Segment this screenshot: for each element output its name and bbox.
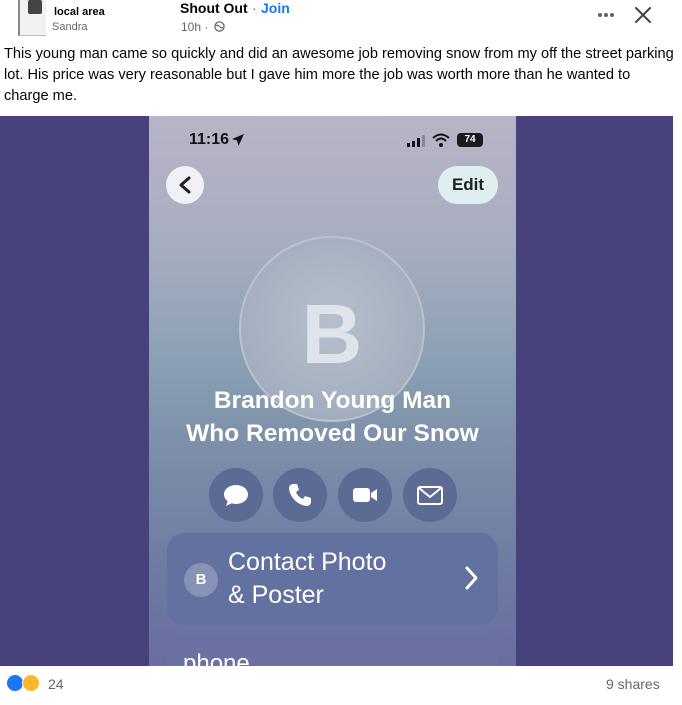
contact-name: Brandon Young Man Who Removed Our Snow [149, 384, 516, 450]
post-image[interactable]: 11:16 74 Edit B Brandon Young Man Who Re… [0, 116, 673, 666]
phone-label: phone [183, 650, 250, 666]
care-reaction-icon[interactable] [22, 674, 40, 692]
location-arrow-icon [232, 134, 244, 146]
message-button [209, 468, 263, 522]
envelope-icon [417, 486, 443, 505]
more-options-icon[interactable] [595, 6, 617, 24]
contact-card-screenshot: 11:16 74 Edit B Brandon Young Man Who Re… [149, 116, 516, 666]
phone-icon [289, 484, 311, 506]
contact-photo-poster-row: B Contact Photo & Poster [167, 533, 498, 625]
reaction-count[interactable]: 24 [48, 676, 64, 692]
chevron-left-icon [179, 176, 191, 194]
battery-indicator: 74 [457, 133, 483, 147]
phone-row: phone [167, 636, 498, 666]
post-time[interactable]: 10h · [181, 20, 208, 34]
group-avatar[interactable] [18, 0, 46, 36]
poster-label-line2: & Poster [228, 581, 324, 609]
title-separator: · [252, 0, 257, 16]
post-text: This young man came so quickly and did a… [4, 46, 674, 104]
post-footer: 24 9 shares [0, 666, 682, 705]
post-title: Shout Out [180, 0, 248, 16]
call-button [273, 468, 327, 522]
group-name[interactable]: local area [54, 6, 105, 18]
video-camera-icon [353, 488, 377, 502]
edit-button: Edit [438, 166, 498, 204]
signal-icon [407, 135, 425, 147]
status-time: 11:16 [189, 131, 230, 148]
contact-name-line2: Who Removed Our Snow [186, 420, 479, 447]
author-name[interactable]: Sandra [52, 21, 87, 33]
back-button [166, 166, 204, 204]
contact-name-line1: Brandon Young Man [213, 387, 452, 414]
video-button [338, 468, 392, 522]
join-link[interactable]: Join [261, 0, 290, 16]
message-bubble-icon [224, 485, 248, 506]
globe-icon [214, 21, 225, 32]
poster-label: Contact Photo & Poster [228, 546, 448, 612]
post-header: local area Sandra Shout Out · Join 10h · [0, 0, 682, 44]
close-icon[interactable] [633, 5, 653, 25]
chevron-right-icon [465, 566, 478, 590]
poster-label-line1: Contact Photo [228, 548, 387, 576]
wifi-icon [432, 133, 450, 147]
shares-count[interactable]: 9 shares [606, 676, 660, 692]
avatar-letter: B [301, 287, 363, 381]
mail-button [403, 468, 457, 522]
poster-badge: B [184, 563, 218, 597]
